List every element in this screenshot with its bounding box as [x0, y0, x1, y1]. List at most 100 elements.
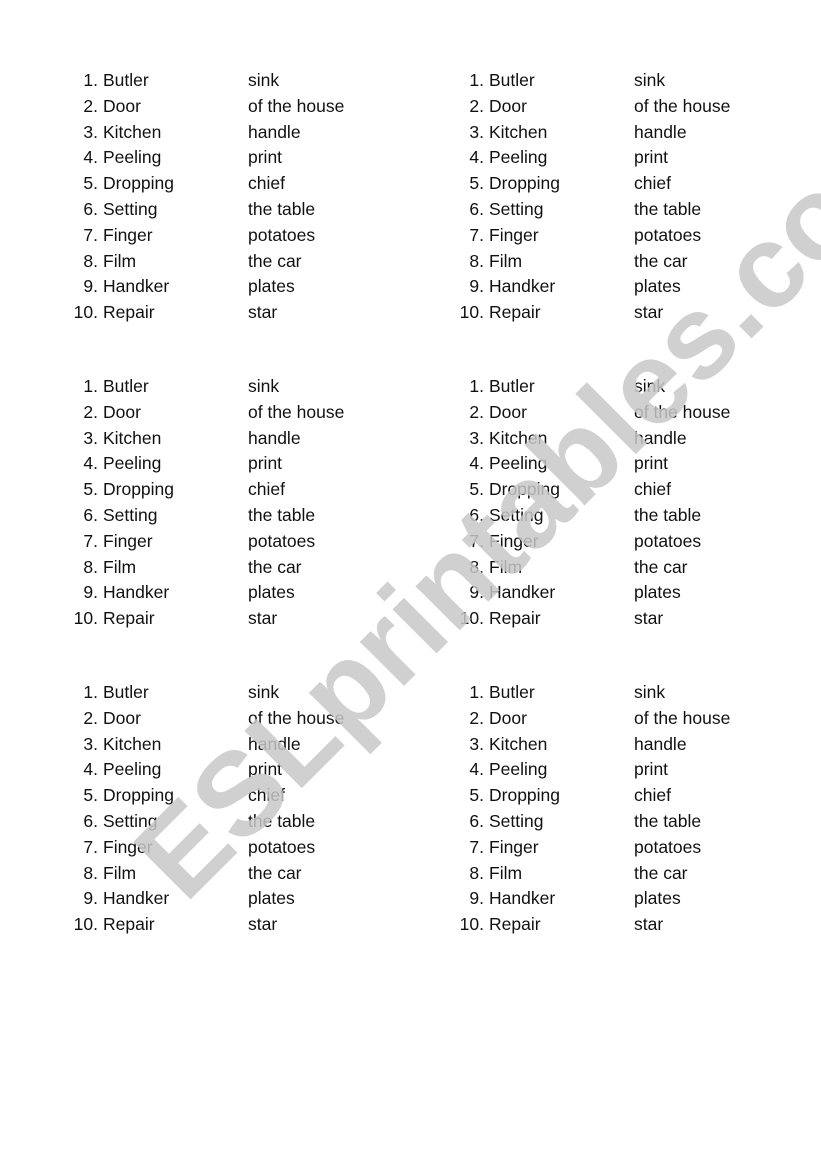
exercise-row: 5. Dropping chief: [456, 783, 786, 809]
item-number: 8.: [469, 250, 484, 271]
left-word: Peeling: [489, 147, 548, 168]
item-number: 6.: [83, 198, 98, 219]
right-word: print: [634, 759, 669, 780]
left-word: Butler: [103, 682, 149, 702]
left-word: Finger: [103, 224, 153, 245]
left-word: Kitchen: [489, 121, 548, 142]
exercise-row: 7. Finger potatoes: [456, 835, 786, 861]
exercise-row: 5. Dropping chief: [456, 477, 786, 503]
right-word: the table: [634, 810, 702, 831]
item-number: 2.: [469, 707, 484, 728]
left-word: Film: [103, 556, 137, 577]
item-number: 10.: [459, 302, 484, 323]
right-word: sink: [634, 376, 666, 396]
exercise-row: 10. Repair star: [70, 300, 400, 326]
exercise-block: 1. Butler sink 2. Door of the house 3. Kitchen h…: [70, 68, 400, 326]
left-word: Setting: [489, 198, 544, 219]
left-word: Dropping: [103, 785, 175, 806]
exercise-block: 1. Butler sink 2. Door of the house 3. Kitchen h…: [70, 374, 400, 632]
right-word: of the house: [634, 401, 731, 422]
right-word: the table: [634, 504, 702, 525]
right-word: potatoes: [634, 224, 702, 245]
right-word: print: [248, 759, 283, 780]
item-number: 4.: [469, 147, 484, 168]
left-word: Repair: [103, 914, 155, 935]
right-word: handle: [248, 427, 301, 448]
exercise-row: 8. Film the car: [70, 249, 400, 275]
item-number: 6.: [469, 504, 484, 525]
right-word: potatoes: [248, 530, 316, 551]
item-number: 1.: [83, 70, 98, 90]
item-number: 5.: [83, 479, 98, 500]
exercise-row: 1. Butler sink: [70, 68, 400, 94]
left-word: Kitchen: [103, 733, 162, 754]
item-number: 5.: [469, 173, 484, 194]
right-word: the car: [248, 862, 302, 883]
exercise-row: 1. Butler sink: [70, 680, 400, 706]
exercise-row: 9. Handker plates: [70, 886, 400, 912]
left-word: Peeling: [103, 453, 162, 474]
right-word: print: [634, 147, 669, 168]
exercise-block: 1. Butler sink 2. Door of the house 3. Kitchen h…: [70, 680, 400, 938]
right-word: sink: [634, 70, 666, 90]
exercise-row: 4. Peeling print: [456, 451, 786, 477]
exercise-row: 6. Setting the table: [70, 503, 400, 529]
item-number: 9.: [83, 582, 98, 603]
item-number: 2.: [83, 401, 98, 422]
right-word: chief: [248, 785, 285, 806]
right-word: the table: [248, 810, 316, 831]
left-word: Setting: [103, 198, 158, 219]
left-word: Repair: [103, 608, 155, 629]
right-word: the car: [634, 250, 688, 271]
left-word: Setting: [489, 810, 544, 831]
exercise-row: 3. Kitchen handle: [70, 732, 400, 758]
right-word: of the house: [248, 707, 345, 728]
right-word: the table: [248, 504, 316, 525]
item-number: 9.: [469, 276, 484, 297]
item-number: 1.: [83, 376, 98, 396]
exercise-row: 9. Handker plates: [70, 580, 400, 606]
right-word: the car: [634, 556, 688, 577]
left-word: Repair: [489, 302, 541, 323]
left-word: Butler: [103, 376, 149, 396]
right-word: star: [248, 302, 278, 323]
left-word: Kitchen: [103, 427, 162, 448]
left-word: Door: [489, 707, 527, 728]
right-word: of the house: [248, 95, 345, 116]
exercise-row: 8. Film the car: [456, 861, 786, 887]
left-word: Peeling: [489, 453, 548, 474]
right-word: sink: [634, 682, 666, 702]
exercise-row: 3. Kitchen handle: [70, 426, 400, 452]
item-number: 3.: [469, 427, 484, 448]
exercise-row: 6. Setting the table: [456, 503, 786, 529]
right-word: chief: [248, 479, 285, 500]
left-word: Dropping: [489, 173, 561, 194]
item-number: 8.: [83, 556, 98, 577]
right-word: print: [248, 147, 283, 168]
right-word: plates: [634, 888, 681, 909]
item-number: 4.: [83, 453, 98, 474]
item-number: 9.: [83, 888, 98, 909]
item-number: 5.: [469, 785, 484, 806]
exercise-block: 1. Butler sink 2. Door of the house 3. Kitchen h…: [456, 374, 786, 632]
exercise-row: 9. Handker plates: [456, 886, 786, 912]
left-word: Door: [103, 95, 141, 116]
left-word: Dropping: [103, 479, 175, 500]
right-word: sink: [248, 376, 280, 396]
left-word: Dropping: [489, 479, 561, 500]
right-word: handle: [634, 733, 687, 754]
right-word: the table: [634, 198, 702, 219]
left-word: Door: [103, 707, 141, 728]
exercise-row: 7. Finger potatoes: [70, 835, 400, 861]
exercise-row: 10. Repair star: [70, 606, 400, 632]
exercise-row: 8. Film the car: [70, 555, 400, 581]
item-number: 7.: [83, 224, 98, 245]
exercise-row: 3. Kitchen handle: [70, 120, 400, 146]
item-number: 1.: [83, 682, 98, 702]
right-word: star: [248, 914, 278, 935]
right-word: handle: [634, 121, 687, 142]
right-word: plates: [248, 888, 295, 909]
item-number: 6.: [83, 810, 98, 831]
exercise-row: 10. Repair star: [456, 912, 786, 938]
item-number: 1.: [469, 376, 484, 396]
